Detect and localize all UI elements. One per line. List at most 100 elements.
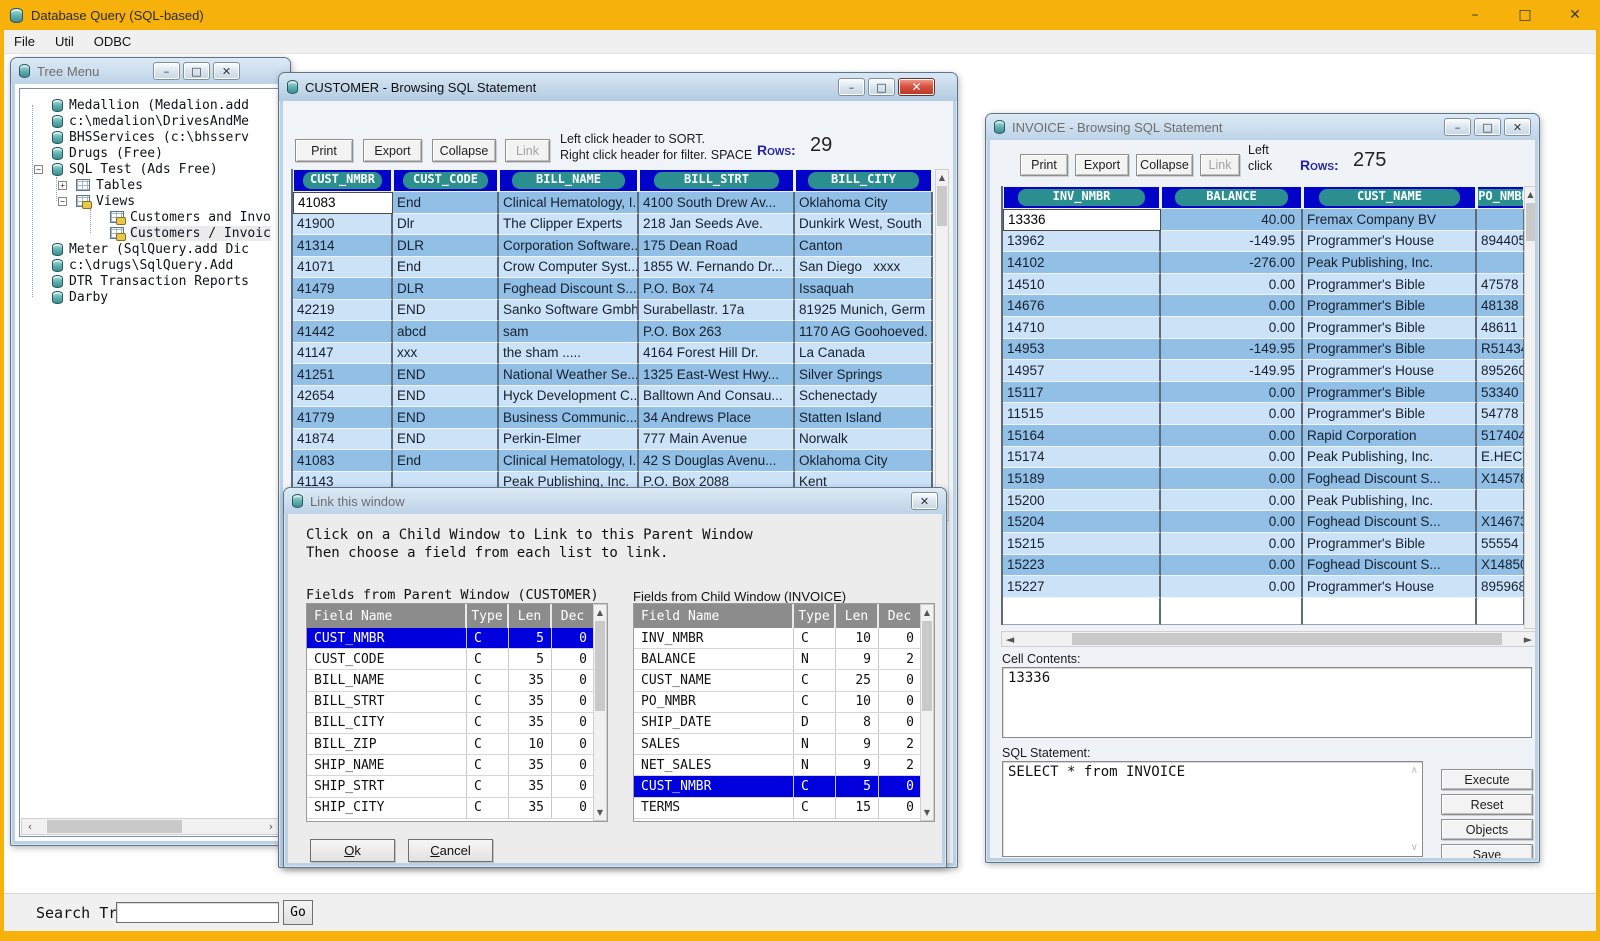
tree-menu-titlebar[interactable]: Tree Menu – □ ✕	[11, 58, 290, 84]
export-button[interactable]: Export	[363, 139, 422, 162]
menu-item[interactable]: Util	[45, 31, 84, 52]
minimize-button[interactable]: –	[153, 62, 180, 80]
grid-cell[interactable]	[1477, 209, 1525, 231]
grid-cell[interactable]: 1855 W. Fernando Dr...	[639, 257, 795, 279]
maximize-button[interactable]: □	[1474, 118, 1501, 136]
scroll-up-icon[interactable]: ▲	[936, 170, 948, 185]
grid-cell[interactable]: END	[393, 407, 499, 429]
len-header[interactable]: Len	[836, 604, 879, 628]
grid-cell[interactable]: E.HECTO	[1477, 447, 1525, 469]
dec-header[interactable]: Dec	[879, 604, 922, 628]
grid-cell[interactable]: 0.00	[1161, 447, 1303, 469]
scroll-down-icon[interactable]: ∨	[1411, 842, 1418, 853]
field-row[interactable]: NET_SALES N 9 2	[634, 755, 934, 776]
field-row[interactable]: BILL_ZIP C 10 0	[307, 734, 607, 755]
grid-cell[interactable]: 0.00	[1161, 490, 1303, 512]
grid-cell[interactable]: Sanko Software Gmbh	[499, 300, 639, 322]
grid-cell[interactable]: 0.00	[1161, 555, 1303, 577]
field-row[interactable]: BALANCE N 9 2	[634, 649, 934, 670]
tree-expander-icon[interactable]	[34, 165, 43, 174]
grid-cell[interactable]: Programmer's Bible	[1303, 403, 1477, 425]
grid-cell[interactable]: 0.00	[1161, 317, 1303, 339]
scrollbar-thumb[interactable]	[595, 621, 605, 711]
grid-cell[interactable]: 894405	[1477, 231, 1525, 253]
column-header[interactable]: PO_NMBR	[1477, 186, 1525, 209]
dec-header[interactable]: Dec	[552, 604, 595, 628]
tree-item[interactable]: Medallion (Medalion.add	[26, 97, 279, 113]
go-button[interactable]: Go	[283, 900, 313, 925]
grid-cell[interactable]: -149.95	[1161, 360, 1303, 382]
grid-cell[interactable]: Clinical Hematology, I...	[499, 192, 639, 214]
scroll-up-icon[interactable]: ∧	[1411, 765, 1418, 776]
grid-cell[interactable]: 1170 AG Goohoeved.	[795, 321, 933, 343]
grid-cell[interactable]: 0.00	[1161, 533, 1303, 555]
collapse-button[interactable]: Collapse	[1136, 154, 1193, 176]
grid-cell[interactable]: 41083	[293, 192, 393, 214]
grid-cell[interactable]: 41900	[293, 214, 393, 236]
field-row[interactable]: BILL_STRT C 35 0	[307, 692, 607, 713]
grid-cell[interactable]: 0.00	[1161, 468, 1303, 490]
app-titlebar[interactable]: Database Query (SQL-based) – □ ✕	[0, 0, 1600, 30]
invoice-vertical-scrollbar[interactable]: ▲	[1524, 186, 1535, 629]
close-button[interactable]: ✕	[1504, 118, 1531, 136]
grid-cell[interactable]: Oklahoma City	[795, 450, 933, 472]
grid-cell[interactable]: Foghead Discount S...	[1303, 555, 1477, 577]
grid-cell[interactable]: 13336	[1003, 209, 1161, 231]
sql-action-button[interactable]: Save	[1441, 844, 1533, 858]
field-name-header[interactable]: Field Name	[634, 604, 794, 628]
grid-cell[interactable]: Canton	[795, 235, 933, 257]
grid-cell[interactable]: 34 Andrews Place	[639, 407, 795, 429]
grid-cell[interactable]: 41251	[293, 364, 393, 386]
grid-cell[interactable]: 14676	[1003, 295, 1161, 317]
field-name-header[interactable]: Field Name	[307, 604, 467, 628]
sql-statement-input[interactable]: SELECT * from INVOICE ∧ ∨	[1002, 761, 1423, 857]
grid-cell[interactable]: End	[393, 257, 499, 279]
grid-cell[interactable]: Issaquah	[795, 278, 933, 300]
column-header[interactable]: BILL_STRT	[639, 169, 795, 192]
grid-cell[interactable]: Foghead Discount S...	[499, 278, 639, 300]
cancel-button[interactable]: Cancel	[408, 839, 493, 862]
grid-cell[interactable]: 0.00	[1161, 274, 1303, 296]
grid-cell[interactable]: Balltown And Consau...	[639, 386, 795, 408]
scroll-down-icon[interactable]: ▼	[921, 805, 933, 820]
field-row[interactable]: SHIP_NAME C 35 0	[307, 755, 607, 776]
grid-cell[interactable]: 15117	[1003, 382, 1161, 404]
app-minimize-icon[interactable]: –	[1450, 0, 1500, 30]
grid-cell[interactable]: 175 Dean Road	[639, 235, 795, 257]
sql-action-button[interactable]: Reset	[1441, 794, 1533, 815]
scroll-left-icon[interactable]: ◄	[1002, 632, 1018, 646]
grid-cell[interactable]: 55554	[1477, 533, 1525, 555]
field-row[interactable]: CUST_NMBR C 5 0	[307, 628, 607, 649]
field-row[interactable]: SALES N 9 2	[634, 734, 934, 755]
menu-item[interactable]: File	[4, 31, 45, 52]
grid-cell[interactable]: 15189	[1003, 468, 1161, 490]
scrollbar-thumb[interactable]	[1072, 633, 1502, 645]
grid-cell[interactable]: 895968	[1477, 576, 1525, 598]
field-row[interactable]: BILL_CITY C 35 0	[307, 713, 607, 734]
grid-cell[interactable]: 14957	[1003, 360, 1161, 382]
tree-item[interactable]: Views	[26, 193, 279, 209]
column-header[interactable]: BALANCE	[1161, 186, 1303, 209]
tree-horizontal-scrollbar[interactable]: ‹ ›	[21, 818, 280, 835]
scroll-up-icon[interactable]: ▲	[594, 605, 606, 620]
grid-cell[interactable]: Dlr	[393, 214, 499, 236]
grid-cell[interactable]: 81925 Munich, Germ	[795, 300, 933, 322]
grid-cell[interactable]: Statten Island	[795, 407, 933, 429]
scroll-right-icon[interactable]: ►	[1520, 632, 1535, 646]
grid-cell[interactable]: 48611	[1477, 317, 1525, 339]
grid-cell[interactable]: Programmer's Bible	[1303, 274, 1477, 296]
grid-cell[interactable]: Hyck Development C...	[499, 386, 639, 408]
export-button[interactable]: Export	[1075, 154, 1129, 176]
grid-cell[interactable]: Crow Computer Syst...	[499, 257, 639, 279]
grid-cell[interactable]: 15164	[1003, 425, 1161, 447]
grid-cell[interactable]: DLR	[393, 235, 499, 257]
column-header[interactable]: CUST_NAME	[1303, 186, 1477, 209]
len-header[interactable]: Len	[509, 604, 552, 628]
close-button[interactable]: ✕	[911, 492, 938, 510]
sql-action-button[interactable]: Objects	[1441, 819, 1533, 840]
field-row[interactable]: INV_NMBR C 10 0	[634, 628, 934, 649]
grid-cell[interactable]: X14673J	[1477, 511, 1525, 533]
field-row[interactable]: SHIP_DATE D 8 0	[634, 713, 934, 734]
grid-cell[interactable]: Foghead Discount S...	[1303, 511, 1477, 533]
child-fields-scrollbar[interactable]: ▲ ▼	[920, 604, 934, 821]
